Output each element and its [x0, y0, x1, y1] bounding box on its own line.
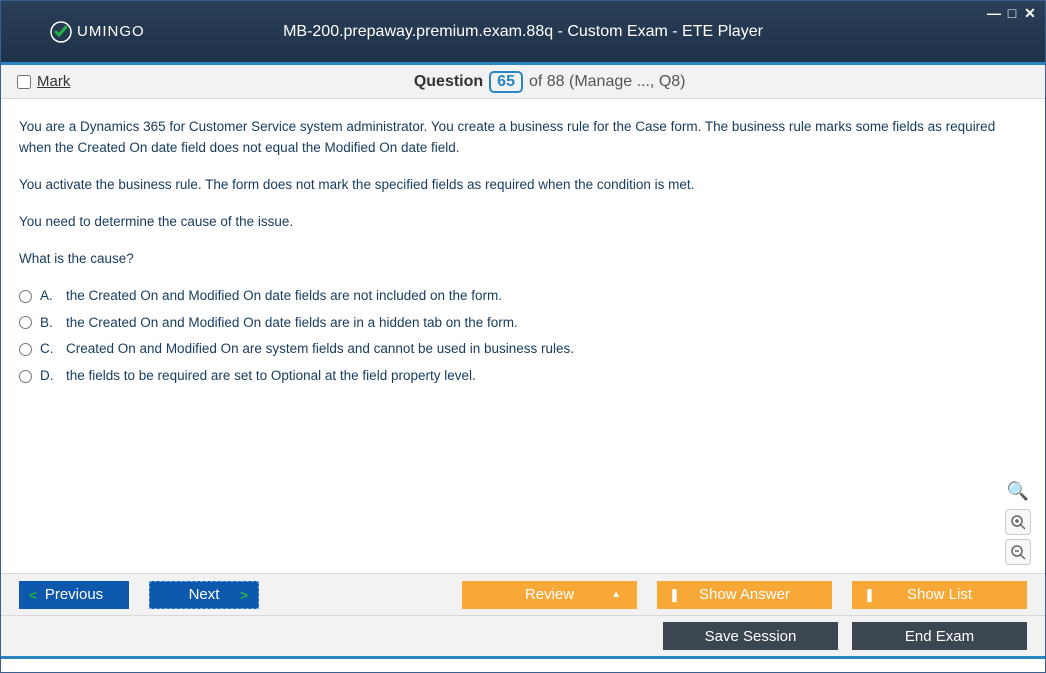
mark-label[interactable]: Mark: [37, 73, 70, 90]
option-c-letter: C.: [40, 339, 58, 360]
footer-primary: < Previous Next > Review ▲ ❚ Show Answer…: [1, 573, 1045, 615]
minimize-icon[interactable]: —: [987, 5, 1001, 22]
question-info: Question 65 of 88 (Manage ..., Q8): [414, 71, 686, 93]
option-c-radio[interactable]: [19, 343, 32, 356]
window-controls: — □ ✕: [987, 5, 1037, 22]
option-a-letter: A.: [40, 286, 58, 307]
tag-icon: ❚: [669, 587, 680, 603]
option-c[interactable]: C. Created On and Modified On are system…: [19, 339, 1027, 360]
question-content: You are a Dynamics 365 for Customer Serv…: [1, 99, 1045, 573]
close-icon[interactable]: ✕: [1023, 5, 1037, 22]
maximize-icon[interactable]: □: [1005, 5, 1019, 22]
show-list-label: Show List: [907, 586, 972, 603]
chevron-left-icon: <: [29, 587, 37, 603]
option-a-text: the Created On and Modified On date fiel…: [66, 286, 502, 307]
question-para-3: You need to determine the cause of the i…: [19, 212, 1027, 233]
show-answer-label: Show Answer: [699, 586, 790, 603]
option-c-text: Created On and Modified On are system fi…: [66, 339, 574, 360]
question-label: Question: [414, 73, 483, 91]
previous-label: Previous: [45, 586, 103, 603]
review-label: Review: [525, 586, 574, 603]
list-icon: ❚: [864, 587, 875, 603]
show-answer-button[interactable]: ❚ Show Answer: [657, 581, 832, 609]
review-button[interactable]: Review ▲: [462, 581, 637, 609]
question-bar: Mark Question 65 of 88 (Manage ..., Q8): [1, 65, 1045, 99]
chevron-right-icon: >: [240, 587, 248, 603]
header: UMINGO MB-200.prepaway.premium.exam.88q …: [1, 1, 1045, 65]
search-icon[interactable]: 🔍: [1005, 479, 1031, 505]
mark-checkbox-wrap: Mark: [17, 73, 70, 90]
option-d[interactable]: D. the fields to be required are set to …: [19, 366, 1027, 387]
next-label: Next: [189, 586, 220, 603]
option-d-radio[interactable]: [19, 370, 32, 383]
option-d-letter: D.: [40, 366, 58, 387]
option-d-text: the fields to be required are set to Opt…: [66, 366, 476, 387]
question-para-2: You activate the business rule. The form…: [19, 175, 1027, 196]
next-button[interactable]: Next >: [149, 581, 259, 609]
question-para-1: You are a Dynamics 365 for Customer Serv…: [19, 117, 1027, 159]
previous-button[interactable]: < Previous: [19, 581, 129, 609]
show-list-button[interactable]: ❚ Show List: [852, 581, 1027, 609]
question-rest: of 88 (Manage ..., Q8): [529, 73, 686, 91]
option-b[interactable]: B. the Created On and Modified On date f…: [19, 313, 1027, 334]
save-session-button[interactable]: Save Session: [663, 622, 838, 650]
window-title: MB-200.prepaway.premium.exam.88q - Custo…: [283, 23, 763, 41]
logo-check-icon: [49, 20, 73, 44]
question-para-4: What is the cause?: [19, 249, 1027, 270]
triangle-up-icon: ▲: [611, 589, 621, 600]
option-a-radio[interactable]: [19, 290, 32, 303]
options: A. the Created On and Modified On date f…: [19, 286, 1027, 388]
option-b-radio[interactable]: [19, 316, 32, 329]
zoom-in-icon[interactable]: [1005, 509, 1031, 535]
option-a[interactable]: A. the Created On and Modified On date f…: [19, 286, 1027, 307]
end-exam-button[interactable]: End Exam: [852, 622, 1027, 650]
option-b-text: the Created On and Modified On date fiel…: [66, 313, 518, 334]
logo: UMINGO: [49, 20, 145, 44]
mark-checkbox[interactable]: [17, 75, 31, 89]
option-b-letter: B.: [40, 313, 58, 334]
footer-secondary: Save Session End Exam: [1, 615, 1045, 659]
zoom-controls: 🔍: [1005, 479, 1031, 565]
question-number: 65: [489, 71, 523, 93]
logo-text: UMINGO: [77, 23, 145, 40]
zoom-out-icon[interactable]: [1005, 539, 1031, 565]
